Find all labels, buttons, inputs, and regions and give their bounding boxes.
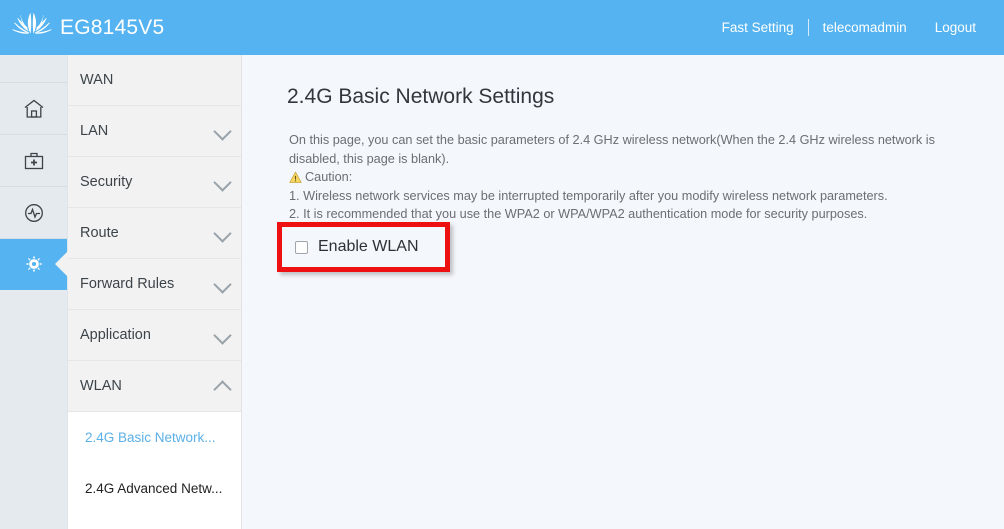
description-text: On this page, you can set the basic para…	[289, 133, 935, 166]
warning-triangle-icon	[289, 171, 302, 184]
chevron-down-icon	[213, 224, 232, 243]
brand: EG8145V5	[10, 7, 164, 47]
toolbox-icon	[22, 149, 46, 173]
enable-wlan-label[interactable]: Enable WLAN	[318, 238, 419, 256]
enable-wlan-checkbox[interactable]	[295, 240, 308, 254]
sidebar-item-label: WAN	[80, 72, 114, 88]
sidebar-item-label: WLAN	[80, 378, 122, 394]
sidebar-item-24g-advanced-network[interactable]: 2.4G Advanced Netw...	[68, 463, 241, 514]
brand-name: EG8145V5	[60, 15, 165, 39]
chevron-down-icon	[213, 275, 232, 294]
gear-icon	[21, 251, 47, 277]
caution-heading: Caution:	[289, 168, 949, 187]
sidebar-item-wan[interactable]: WAN	[68, 55, 241, 106]
sidebar-item-label: Route	[80, 225, 119, 241]
page-description: On this page, you can set the basic para…	[289, 131, 949, 224]
chevron-down-icon	[213, 173, 232, 192]
caution-item-2: 2. It is recommended that you use the WP…	[289, 207, 868, 221]
chevron-down-icon	[213, 326, 232, 345]
rail-item-home[interactable]	[0, 83, 67, 135]
sidebar-subitem-label: 2.4G Basic Network...	[85, 430, 216, 445]
huawei-logo	[10, 10, 52, 44]
sidebar-item-route[interactable]: Route	[68, 208, 241, 259]
sidebar-item-label: Forward Rules	[80, 276, 175, 292]
main-content: 2.4G Basic Network Settings On this page…	[243, 55, 1004, 529]
rail-item-settings[interactable]	[0, 239, 67, 290]
sidebar-item-label: LAN	[80, 123, 109, 139]
sidebar-item-application[interactable]: Application	[68, 310, 241, 361]
chevron-down-icon	[213, 122, 232, 141]
icon-rail	[0, 55, 68, 529]
logout-link[interactable]: Logout	[921, 20, 990, 35]
rail-item-toolbox[interactable]	[0, 135, 67, 187]
sidebar-item-lan[interactable]: LAN	[68, 106, 241, 157]
sidebar-subitem-label: 2.4G Advanced Netw...	[85, 481, 223, 496]
header-actions: Fast Setting telecomadmin Logout	[708, 0, 990, 55]
sidebar-item-label: Security	[80, 174, 133, 190]
enable-wlan-row[interactable]: Enable WLAN	[295, 238, 419, 256]
caution-item-1: 1. Wireless network services may be inte…	[289, 188, 888, 203]
rail-item-diagnostics[interactable]	[0, 187, 67, 239]
fast-setting-link[interactable]: Fast Setting	[708, 20, 808, 35]
diagnostics-icon	[22, 201, 46, 225]
enable-wlan-highlight: Enable WLAN	[277, 222, 450, 272]
rail-spacer	[0, 55, 67, 83]
sidebar-item-security[interactable]: Security	[68, 157, 241, 208]
caution-label: Caution:	[305, 170, 353, 184]
home-icon	[22, 97, 46, 121]
sidebar-item-label: Application	[80, 327, 151, 343]
router-admin-page: EG8145V5 Fast Setting telecomadmin Logou…	[0, 0, 1004, 529]
sidebar-item-wlan[interactable]: WLAN	[68, 361, 241, 412]
page-header: EG8145V5 Fast Setting telecomadmin Logou…	[0, 0, 1004, 55]
username-link[interactable]: telecomadmin	[809, 20, 921, 35]
page-title: 2.4G Basic Network Settings	[287, 85, 555, 108]
chevron-up-icon	[213, 380, 232, 399]
sidebar-submenu-wlan: 2.4G Basic Network... 2.4G Advanced Netw…	[68, 412, 241, 529]
sidebar-item-forward-rules[interactable]: Forward Rules	[68, 259, 241, 310]
sidebar-item-24g-basic-network[interactable]: 2.4G Basic Network...	[68, 412, 241, 463]
sidebar-menu: WAN LAN Security Route Forward Rules App…	[68, 55, 242, 529]
